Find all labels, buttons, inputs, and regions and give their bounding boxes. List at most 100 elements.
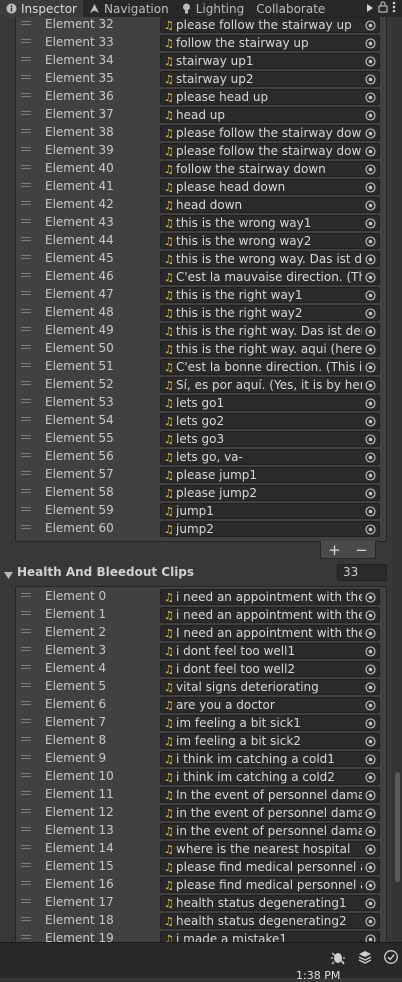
object-picker-icon[interactable] [362, 752, 379, 766]
object-picker-icon[interactable] [362, 72, 379, 86]
audio-clip-field[interactable]: ♫ i dont feel too well2 [160, 661, 380, 677]
lock-icon[interactable] [378, 1, 388, 16]
audio-clip-field[interactable]: ♫Sí, es por aquí. (Yes, it is by here. ) [160, 377, 380, 393]
audio-clip-field[interactable]: ♫i need an appointment with the dc [160, 589, 380, 605]
audio-clip-field[interactable]: ♫ please follow the stairway down1 [160, 125, 380, 141]
list-size-field[interactable]: 33 [337, 564, 387, 581]
object-picker-icon[interactable] [362, 162, 379, 176]
object-picker-icon[interactable] [362, 914, 379, 928]
drag-handle-icon[interactable] [21, 809, 31, 817]
drag-handle-icon[interactable] [21, 21, 31, 29]
object-picker-icon[interactable] [362, 324, 379, 338]
object-picker-icon[interactable] [362, 824, 379, 838]
drag-handle-icon[interactable] [21, 219, 31, 227]
object-picker-icon[interactable] [362, 608, 379, 622]
audio-clip-field[interactable]: ♫ im feeling a bit sick1 [160, 715, 380, 731]
drag-handle-icon[interactable] [21, 791, 31, 799]
add-element-button[interactable]: + [328, 541, 341, 559]
drag-handle-icon[interactable] [21, 899, 31, 907]
object-picker-icon[interactable] [362, 644, 379, 658]
audio-clip-field[interactable]: ♫ lets go2 [160, 413, 380, 429]
object-picker-icon[interactable] [362, 842, 379, 856]
drag-handle-icon[interactable] [21, 845, 31, 853]
audio-clip-field[interactable]: ♫ please jump1 [160, 467, 380, 483]
audio-clip-field[interactable]: ♫ please head up [160, 89, 380, 105]
play-arrow-icon[interactable] [366, 2, 374, 16]
object-picker-icon[interactable] [362, 108, 379, 122]
audio-clip-field[interactable]: ♫ follow the stairway up [160, 35, 380, 51]
audio-clip-field[interactable]: ♫ stairway up2 [160, 71, 380, 87]
audio-clip-field[interactable]: ♫ im feeling a bit sick2 [160, 733, 380, 749]
audio-clip-field[interactable]: ♫I need an appointment with the dc [160, 625, 380, 641]
audio-clip-field[interactable]: ♫ this is the right way1 [160, 287, 380, 303]
drag-handle-icon[interactable] [21, 129, 31, 137]
audio-clip-field[interactable]: ♫ head down [160, 197, 380, 213]
drag-handle-icon[interactable] [21, 273, 31, 281]
drag-handle-icon[interactable] [21, 363, 31, 371]
audio-clip-field[interactable]: ♫ please follow the stairway up [160, 17, 380, 33]
audio-clip-field[interactable]: ♫ follow the stairway down [160, 161, 380, 177]
layers-icon[interactable] [357, 949, 373, 965]
drag-handle-icon[interactable] [21, 917, 31, 925]
object-picker-icon[interactable] [362, 590, 379, 604]
object-picker-icon[interactable] [362, 180, 379, 194]
audio-clip-field[interactable]: ♫ i think im catching a cold1 [160, 751, 380, 767]
object-picker-icon[interactable] [362, 788, 379, 802]
drag-handle-icon[interactable] [21, 147, 31, 155]
object-picker-icon[interactable] [362, 806, 379, 820]
drag-handle-icon[interactable] [21, 647, 31, 655]
audio-clip-field[interactable]: ♫ jump1 [160, 503, 380, 519]
object-picker-icon[interactable] [362, 234, 379, 248]
scrollbar[interactable] [392, 17, 402, 942]
drag-handle-icon[interactable] [21, 381, 31, 389]
drag-handle-icon[interactable] [21, 399, 31, 407]
object-picker-icon[interactable] [362, 270, 379, 284]
object-picker-icon[interactable] [362, 306, 379, 320]
object-picker-icon[interactable] [362, 878, 379, 892]
drag-handle-icon[interactable] [21, 255, 31, 263]
drag-handle-icon[interactable] [21, 183, 31, 191]
drag-handle-icon[interactable] [21, 291, 31, 299]
object-picker-icon[interactable] [362, 698, 379, 712]
object-picker-icon[interactable] [362, 342, 379, 356]
object-picker-icon[interactable] [362, 468, 379, 482]
audio-clip-field[interactable]: ♫ i think im catching a cold2 [160, 769, 380, 785]
audio-clip-field[interactable]: ♫ head up [160, 107, 380, 123]
checkmark-circle-icon[interactable] [383, 949, 399, 965]
drag-handle-icon[interactable] [21, 309, 31, 317]
audio-clip-field[interactable]: ♫ please head down [160, 179, 380, 195]
drag-handle-icon[interactable] [21, 525, 31, 533]
audio-clip-field[interactable]: ♫ are you a doctor [160, 697, 380, 713]
audio-clip-field[interactable]: ♫ C'est la mauvaise direction. (This [160, 269, 380, 285]
audio-clip-field[interactable]: ♫ lets go3 [160, 431, 380, 447]
audio-clip-field[interactable]: ♫ vital signs deteriorating [160, 679, 380, 695]
audio-clip-field[interactable]: ♫ where is the nearest hospital [160, 841, 380, 857]
audio-clip-field[interactable]: ♫ please jump2 [160, 485, 380, 501]
object-picker-icon[interactable] [362, 378, 379, 392]
object-picker-icon[interactable] [362, 54, 379, 68]
object-picker-icon[interactable] [362, 36, 379, 50]
drag-handle-icon[interactable] [21, 701, 31, 709]
drag-handle-icon[interactable] [21, 75, 31, 83]
bug-icon[interactable] [330, 949, 346, 965]
object-picker-icon[interactable] [362, 450, 379, 464]
object-picker-icon[interactable] [362, 932, 379, 942]
tab-inspector[interactable]: Inspector [0, 0, 83, 17]
object-picker-icon[interactable] [362, 360, 379, 374]
audio-clip-field[interactable]: ♫C'est la bonne direction. (This is th [160, 359, 380, 375]
drag-handle-icon[interactable] [21, 57, 31, 65]
drag-handle-icon[interactable] [21, 453, 31, 461]
drag-handle-icon[interactable] [21, 719, 31, 727]
audio-clip-field[interactable]: ♫ health status degenerating1 [160, 895, 380, 911]
audio-clip-field[interactable]: ♫ stairway up1 [160, 53, 380, 69]
drag-handle-icon[interactable] [21, 683, 31, 691]
object-picker-icon[interactable] [362, 198, 379, 212]
object-picker-icon[interactable] [362, 414, 379, 428]
audio-clip-field[interactable]: ♫ jump2 [160, 521, 380, 537]
tab-collaborate[interactable]: Collaborate [250, 0, 331, 17]
drag-handle-icon[interactable] [21, 755, 31, 763]
object-picker-icon[interactable] [362, 432, 379, 446]
tab-lighting[interactable]: Lighting [175, 0, 251, 17]
drag-handle-icon[interactable] [21, 435, 31, 443]
drag-handle-icon[interactable] [21, 201, 31, 209]
